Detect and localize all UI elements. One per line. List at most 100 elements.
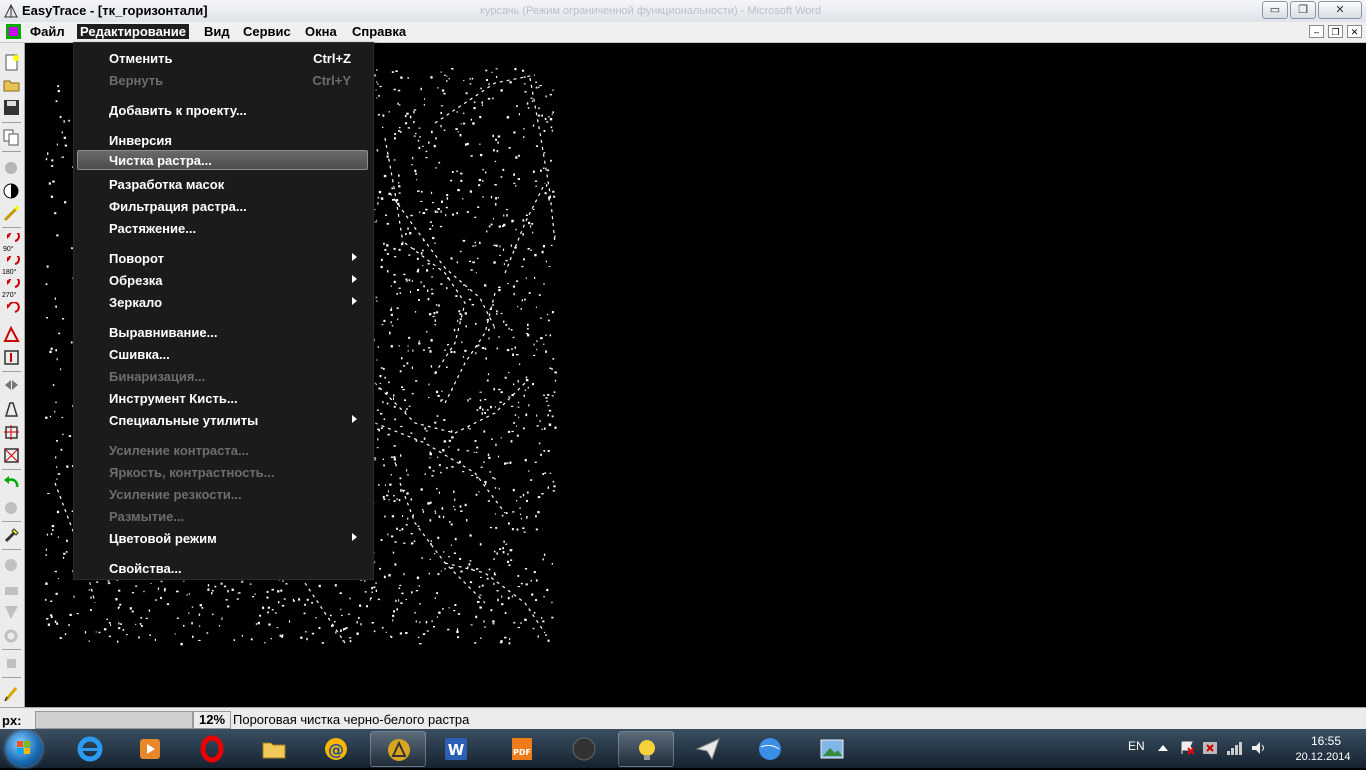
toolbar-separator: [2, 549, 21, 550]
menu-item-label: Инверсия: [109, 133, 172, 148]
menu-item-stretch[interactable]: Растяжение...: [77, 218, 368, 238]
disabled-tool-5-icon[interactable]: [3, 627, 20, 644]
menu-item-raster-filtering[interactable]: Фильтрация растра...: [77, 196, 368, 216]
menu-item-label: Фильтрация растра...: [109, 199, 247, 214]
menu-item-align[interactable]: Выравнивание...: [77, 322, 368, 342]
taskbar-browser-globe[interactable]: [742, 731, 798, 767]
menu-item-add-to-project[interactable]: Добавить к проекту...: [77, 100, 368, 120]
globe-icon: [759, 738, 781, 760]
taskbar-pdf-reader[interactable]: PDF: [494, 731, 550, 767]
coordinate-field: [35, 711, 193, 729]
menu-item-special-utilities[interactable]: Специальные утилиты: [77, 410, 368, 430]
edit-menu-dropdown: Отменить Ctrl+Z Вернуть Ctrl+Y Добавить к пр…: [73, 42, 374, 580]
taskbar-easytrace[interactable]: [370, 731, 426, 767]
toolbar-separator: [2, 151, 21, 152]
taskbar-media-player[interactable]: [122, 731, 178, 767]
rotate-90-label: 90°: [3, 246, 14, 253]
undo-arrow-icon[interactable]: [3, 475, 20, 492]
network-icon[interactable]: [1226, 740, 1242, 756]
save-icon[interactable]: [3, 99, 20, 116]
windows-logo-icon: [17, 741, 30, 754]
submenu-arrow-icon: [352, 415, 357, 423]
taskbar-word[interactable]: W: [428, 731, 484, 767]
dark-circle-icon: [572, 737, 596, 761]
mdi-close-button[interactable]: ✕: [1347, 25, 1362, 38]
menu-edit[interactable]: Редактирование: [77, 24, 189, 39]
svg-text:W: W: [448, 741, 465, 759]
open-folder-icon[interactable]: [3, 76, 20, 93]
crop-icon[interactable]: [3, 349, 20, 366]
mirror-icon[interactable]: [3, 377, 20, 394]
menu-item-redo: Вернуть Ctrl+Y: [77, 70, 368, 90]
menu-view[interactable]: Вид: [201, 24, 233, 39]
internet-explorer-icon: [77, 736, 103, 762]
menu-item-properties[interactable]: Свойства...: [77, 558, 368, 578]
copy-icon[interactable]: [3, 129, 20, 146]
clock-time[interactable]: 16:55: [1296, 734, 1356, 748]
show-hidden-icons-icon[interactable]: [1158, 744, 1168, 752]
menu-service[interactable]: Сервис: [240, 24, 294, 39]
disabled-tool-4-icon[interactable]: [3, 604, 20, 621]
taskbar-app-dark[interactable]: [556, 731, 612, 767]
easytrace-app-icon[interactable]: [3, 3, 19, 19]
menu-item-label: Специальные утилиты: [109, 413, 259, 428]
disabled-tool-6-icon[interactable]: [3, 655, 20, 672]
taskbar-file-explorer[interactable]: [246, 731, 302, 767]
new-file-icon[interactable]: [3, 54, 20, 71]
menu-item-stitch[interactable]: Сшивка...: [77, 344, 368, 364]
brush-icon[interactable]: [3, 527, 20, 544]
menu-item-inversion[interactable]: Инверсия: [77, 130, 368, 150]
easytrace-icon: [388, 739, 410, 761]
maximize-button[interactable]: ❐: [1290, 1, 1316, 19]
disabled-tool-2-icon[interactable]: [3, 557, 20, 574]
resize-icon[interactable]: [3, 424, 20, 441]
close-button[interactable]: ✕: [1318, 1, 1362, 19]
toolbar-separator: [2, 122, 21, 123]
language-indicator[interactable]: EN: [1128, 739, 1145, 753]
clock-date[interactable]: 20.12.2014: [1288, 751, 1358, 763]
taskbar-internet-explorer[interactable]: [62, 731, 118, 767]
taskbar-paper-plane-app[interactable]: [680, 731, 736, 767]
disabled-tool-icon[interactable]: [3, 159, 20, 176]
menu-item-mirror[interactable]: Зеркало: [77, 292, 368, 312]
menu-item-blur: Размытие...: [77, 506, 368, 526]
menu-item-raster-cleanup[interactable]: Чистка растра...: [77, 150, 368, 170]
mdi-minimize-button[interactable]: –: [1309, 25, 1324, 38]
perspective-icon[interactable]: [3, 401, 20, 418]
menu-file[interactable]: Файл: [27, 24, 68, 39]
menu-item-rotate[interactable]: Поворот: [77, 248, 368, 268]
menu-item-crop[interactable]: Обрезка: [77, 270, 368, 290]
contrast-icon[interactable]: [3, 182, 20, 199]
opera-icon: [200, 735, 224, 763]
left-toolbar: 90° 180° 270°: [0, 43, 25, 707]
mail-at-icon: @: [325, 738, 347, 760]
submenu-arrow-icon: [352, 533, 357, 541]
action-center-icon[interactable]: [1180, 740, 1196, 756]
transform-icon[interactable]: [3, 447, 20, 464]
magic-wand-icon[interactable]: [3, 205, 20, 222]
menu-windows[interactable]: Окна: [302, 24, 340, 39]
rotate-free-icon[interactable]: [3, 302, 20, 319]
security-icon[interactable]: [1202, 740, 1218, 756]
volume-icon[interactable]: [1250, 740, 1266, 756]
taskbar-lightbulb-app[interactable]: [618, 731, 674, 767]
start-button[interactable]: [6, 731, 42, 767]
menu-item-mask-development[interactable]: Разработка масок: [77, 174, 368, 194]
menu-item-label: Цветовой режим: [109, 531, 217, 546]
menu-item-undo[interactable]: Отменить Ctrl+Z: [77, 48, 368, 68]
taskbar-opera[interactable]: [184, 731, 240, 767]
deskew-icon[interactable]: [3, 326, 20, 343]
taskbar-mail-agent[interactable]: @: [308, 731, 364, 767]
menu-help[interactable]: Справка: [349, 24, 409, 39]
pencil-icon[interactable]: [3, 685, 20, 702]
menu-item-color-mode[interactable]: Цветовой режим: [77, 528, 368, 548]
folder-icon: [262, 742, 286, 759]
menu-item-brush-tool[interactable]: Инструмент Кисть...: [77, 388, 368, 408]
minimize-button[interactable]: ▭: [1262, 1, 1288, 19]
disabled-hand-icon[interactable]: [3, 499, 20, 516]
taskbar-image-viewer[interactable]: [804, 731, 860, 767]
disabled-tool-3-icon[interactable]: [3, 581, 20, 598]
mdi-restore-button[interactable]: ❐: [1328, 25, 1343, 38]
menu-item-label: Растяжение...: [109, 221, 197, 236]
document-icon[interactable]: [6, 24, 21, 39]
